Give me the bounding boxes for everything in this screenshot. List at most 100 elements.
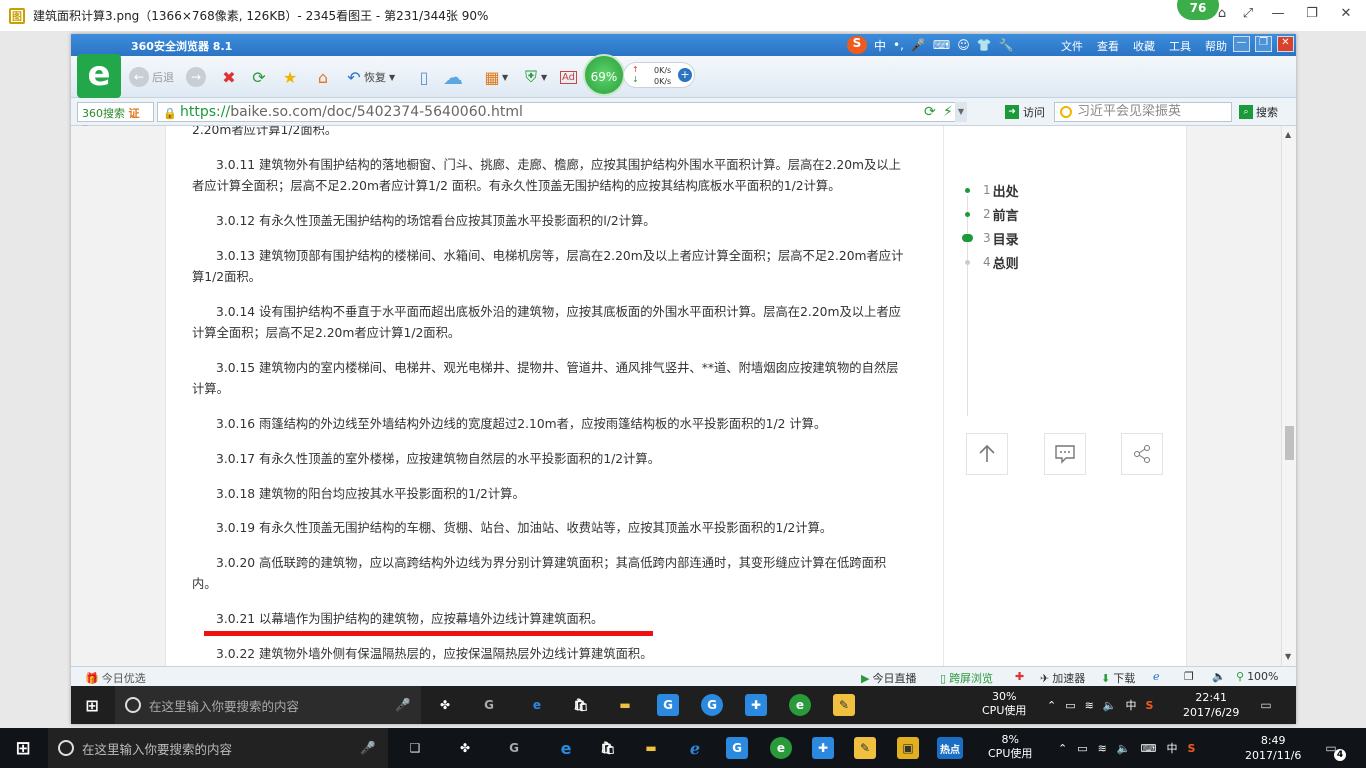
- search-input[interactable]: 习近平会见梁振英: [1054, 102, 1232, 122]
- zoom-button[interactable]: ⚲ 100%: [1236, 670, 1279, 683]
- fullscreen-icon[interactable]: ⤢: [1236, 6, 1260, 24]
- notes-icon[interactable]: ✎: [854, 737, 876, 759]
- scroll-up-icon[interactable]: ▲: [1285, 130, 1291, 139]
- browser-g2-icon[interactable]: G: [701, 694, 723, 716]
- add-button[interactable]: ✚: [1015, 670, 1024, 683]
- image-viewer-taskbar-icon[interactable]: ▣: [897, 737, 919, 759]
- back-to-top-button[interactable]: [966, 433, 1008, 475]
- g-app-icon[interactable]: G: [503, 737, 525, 759]
- keyboard-icon[interactable]: ⌨: [1141, 742, 1157, 755]
- adblock-button[interactable]: Ad: [560, 65, 578, 89]
- edge-icon[interactable]: e: [555, 737, 577, 759]
- cross-app-icon[interactable]: ✚: [745, 694, 767, 716]
- toc-item[interactable]: 1 出处: [965, 178, 1019, 202]
- chevron-up-icon[interactable]: ⌃: [1058, 742, 1067, 755]
- 360-browser-taskbar-icon[interactable]: e: [789, 694, 811, 716]
- split-screen-button[interactable]: ▯ 跨屏浏览: [940, 670, 993, 686]
- browser-close[interactable]: ✕: [1277, 36, 1294, 52]
- scroll-down-icon[interactable]: ▼: [1285, 652, 1291, 661]
- image-viewer-taskbar-icon[interactable]: ✎: [833, 694, 855, 716]
- skin-icon[interactable]: 👕: [977, 38, 992, 52]
- ie-mode-icon[interactable]: ℯ: [1153, 670, 1160, 683]
- browser-g-icon[interactable]: G: [726, 737, 748, 759]
- menu-tools[interactable]: 工具: [1169, 38, 1191, 54]
- phone-button[interactable]: ▯: [414, 65, 434, 89]
- windows-start-icon[interactable]: ⊞: [12, 737, 34, 759]
- inner-clock[interactable]: 22:41 2017/6/29: [1183, 690, 1239, 720]
- cross-app-icon[interactable]: ✚: [812, 737, 834, 759]
- forward-button[interactable]: →: [186, 65, 206, 89]
- edge-icon[interactable]: e: [526, 694, 548, 716]
- ie-icon[interactable]: ℯ: [684, 737, 706, 759]
- home-button[interactable]: ⌂: [313, 65, 333, 89]
- battery-icon[interactable]: ▭: [1065, 699, 1075, 712]
- fan-app-icon[interactable]: ✤: [454, 737, 476, 759]
- accelerator-button[interactable]: ✈ 加速器: [1040, 670, 1085, 686]
- toc-item[interactable]: 4 总则: [965, 250, 1019, 274]
- wrench-icon[interactable]: 🔧: [999, 38, 1014, 52]
- scroll-thumb[interactable]: [1285, 426, 1294, 460]
- store-icon[interactable]: 🛍: [570, 694, 592, 716]
- restore-button[interactable]: ↶ 恢复 ▼: [344, 65, 395, 89]
- menu-help[interactable]: 帮助: [1205, 38, 1227, 54]
- stop-button[interactable]: ✖: [219, 65, 239, 89]
- window-icon[interactable]: ❐: [1184, 670, 1194, 683]
- fan-app-icon[interactable]: ✤: [434, 694, 456, 716]
- home-icon[interactable]: ⌂: [1210, 6, 1234, 24]
- lightning-icon[interactable]: ⚡: [943, 103, 953, 121]
- sogou-tray-icon[interactable]: S: [1187, 742, 1195, 755]
- visit-button[interactable]: ➜ 访问: [1005, 104, 1045, 120]
- search-engine-select[interactable]: 360搜索 证 ▼: [77, 102, 154, 133]
- ime-punct[interactable]: •,: [893, 38, 904, 52]
- toc-item[interactable]: 3 目录: [962, 226, 1019, 250]
- download-button[interactable]: ⬇ 下载: [1101, 670, 1135, 686]
- volume-icon[interactable]: 🔈: [1117, 742, 1131, 755]
- windows-start-icon[interactable]: ⊞: [81, 694, 103, 716]
- g-app-icon[interactable]: G: [478, 694, 500, 716]
- sogou-tray-icon[interactable]: S: [1146, 699, 1154, 712]
- hot-news-icon[interactable]: 热点: [937, 737, 963, 759]
- favorite-button[interactable]: ★: [280, 65, 300, 89]
- store-icon[interactable]: 🛍: [597, 737, 619, 759]
- reload-icon[interactable]: ⟳: [924, 103, 936, 121]
- plus-icon[interactable]: +: [678, 68, 692, 82]
- chevron-down-icon[interactable]: ▼: [955, 102, 967, 122]
- browser-maximize[interactable]: ❐: [1255, 36, 1272, 52]
- sogou-ime-icon[interactable]: S: [847, 36, 867, 54]
- volume-icon[interactable]: 🔈: [1212, 670, 1226, 683]
- user-icon[interactable]: ☺: [957, 38, 970, 52]
- ime-indicator[interactable]: 中: [1166, 740, 1177, 756]
- clock[interactable]: 8:49 2017/11/6: [1245, 733, 1301, 763]
- share-button[interactable]: [1121, 433, 1163, 475]
- menu-file[interactable]: 文件: [1061, 38, 1083, 54]
- close-button[interactable]: ✕: [1334, 6, 1358, 24]
- folder-icon[interactable]: ▬: [640, 737, 662, 759]
- memory-percent-ball[interactable]: 69%: [583, 54, 625, 96]
- ime-lang[interactable]: 中: [874, 37, 886, 54]
- volume-icon[interactable]: 🔈: [1103, 699, 1117, 712]
- browser-g-icon[interactable]: G: [657, 694, 679, 716]
- search-button[interactable]: ⌕ 搜索: [1239, 104, 1278, 120]
- action-center-icon[interactable]: ▭ 4: [1320, 737, 1346, 761]
- browser-minimize[interactable]: —: [1233, 36, 1250, 52]
- menu-view[interactable]: 查看: [1097, 38, 1119, 54]
- inner-ime-indicator[interactable]: 中: [1126, 697, 1137, 713]
- inner-taskbar-search[interactable]: 在这里输入你要搜索的内容 🎤: [115, 686, 421, 724]
- wifi-icon[interactable]: ≋: [1085, 699, 1094, 712]
- live-button[interactable]: ▶ 今日直播: [861, 670, 916, 686]
- chevron-up-icon[interactable]: ⌃: [1047, 699, 1056, 712]
- cloud-button[interactable]: ☁: [443, 65, 463, 89]
- back-button[interactable]: ← 后退: [129, 65, 174, 89]
- url-input[interactable]: 🔒 https://baike.so.com/doc/5402374-56400…: [157, 102, 967, 122]
- keyboard-icon[interactable]: ⌨: [933, 38, 950, 52]
- microphone-icon[interactable]: 🎤: [911, 38, 926, 52]
- comment-button[interactable]: [1044, 433, 1086, 475]
- wifi-icon[interactable]: ≋: [1098, 742, 1107, 755]
- minimize-button[interactable]: —: [1266, 6, 1290, 24]
- notification-icon[interactable]: ▭: [1255, 694, 1277, 716]
- taskbar-search[interactable]: 在这里输入你要搜索的内容 🎤: [48, 728, 388, 768]
- security-button[interactable]: ⛨ ▼: [521, 65, 547, 89]
- battery-icon[interactable]: ▭: [1077, 742, 1087, 755]
- apps-button[interactable]: ▦ ▼: [482, 65, 508, 89]
- daily-picks[interactable]: 🎁 今日优选: [85, 670, 146, 686]
